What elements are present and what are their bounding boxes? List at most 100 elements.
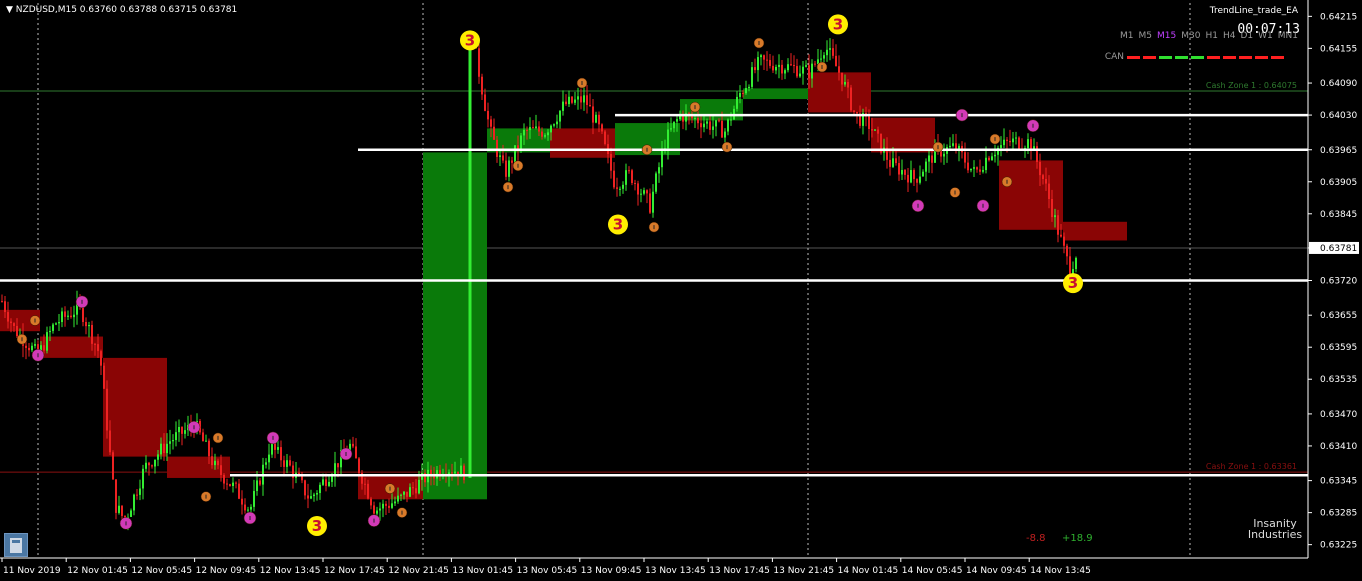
time-tick-label: 14 Nov 01:45 — [838, 566, 899, 576]
candle-body — [1075, 257, 1077, 270]
price-tick-label: 0.63225 — [1320, 541, 1357, 551]
candle-body — [46, 332, 48, 351]
candle-body — [409, 487, 411, 497]
price-tick-label: 0.63845 — [1320, 210, 1357, 220]
candle-body — [922, 171, 924, 177]
timeframe-m1[interactable]: M1 — [1120, 31, 1134, 41]
candle-body — [904, 170, 906, 175]
cash-zone-label: Cash Zone 1 : 0.64075 — [1206, 81, 1297, 90]
candle-body — [718, 120, 720, 122]
candle-body — [634, 182, 636, 184]
timeframe-w1[interactable]: W1 — [1258, 31, 1273, 41]
timeframe-m15[interactable]: M15 — [1157, 31, 1176, 41]
timeframe-h4[interactable]: H4 — [1223, 31, 1236, 41]
candle-body — [712, 126, 714, 130]
candle-body — [616, 187, 618, 189]
calculator-button[interactable] — [4, 533, 28, 557]
price-chart[interactable]: Cash Zone 1 : 0.64075 Cash Zone 1 : 0.633… — [0, 0, 1362, 581]
can-strength-row: CAN — [1105, 52, 1284, 62]
candle-body — [901, 170, 903, 175]
can-segment — [1175, 55, 1188, 59]
candle-body — [835, 55, 837, 67]
can-label: CAN — [1104, 52, 1124, 62]
candle-body — [490, 119, 492, 127]
calculator-icon — [10, 538, 22, 553]
candle-body — [709, 121, 711, 130]
price-tick-label: 0.63720 — [1320, 277, 1357, 287]
candle-body — [382, 503, 384, 509]
timeframe-m30[interactable]: M30 — [1181, 31, 1200, 41]
candle-body — [535, 126, 537, 129]
candle-body — [1054, 215, 1056, 218]
dropdown-arrow-icon[interactable]: ▼ — [6, 5, 13, 15]
candle-body — [976, 167, 978, 170]
candle-body — [562, 101, 564, 111]
timeframe-mn1[interactable]: MN1 — [1278, 31, 1298, 41]
price-tick-label: 0.64030 — [1320, 111, 1357, 121]
candle-body — [109, 430, 111, 453]
pl-negative: -8.8 — [1026, 533, 1046, 544]
count-marker-label: 3 — [613, 215, 623, 233]
candle-body — [358, 458, 360, 474]
candle-body — [808, 65, 810, 79]
candle-body — [376, 510, 378, 514]
candle-body — [88, 324, 90, 327]
candle-body — [631, 170, 633, 183]
candle-body — [142, 468, 144, 489]
timeframe-m5[interactable]: M5 — [1139, 31, 1153, 41]
candle-body — [451, 472, 453, 474]
timeframe-h1[interactable]: H1 — [1205, 31, 1218, 41]
candle-body — [730, 119, 732, 121]
candle-body — [985, 157, 987, 171]
candle-body — [913, 170, 915, 180]
candle-body — [415, 488, 417, 494]
candle-body — [232, 482, 234, 487]
candle-body — [55, 323, 57, 325]
candle-body — [592, 106, 594, 123]
candle-body — [67, 315, 69, 317]
price-tick-label: 0.63470 — [1320, 410, 1357, 420]
candle-body — [1057, 215, 1059, 235]
current-price-label: 0.63781 — [1320, 244, 1357, 254]
symbol-info: ▼ NZDUSD,M15 0.63760 0.63788 0.63715 0.6… — [6, 5, 237, 15]
candle-body — [511, 160, 513, 163]
candle-body — [550, 125, 552, 133]
candle-body — [97, 344, 99, 352]
candle-body — [895, 158, 897, 164]
candle-body — [289, 460, 291, 466]
time-tick-label: 12 Nov 01:45 — [67, 566, 128, 576]
candle-body — [211, 456, 213, 466]
candle-body — [7, 312, 9, 322]
candle-body — [1045, 179, 1047, 184]
candle-body — [502, 155, 504, 161]
candle-body — [16, 326, 18, 337]
candle-body — [586, 95, 588, 105]
candle-body — [766, 59, 768, 61]
candle-body — [601, 124, 603, 132]
candle-body — [379, 508, 381, 511]
time-tick-label: 13 Nov 05:45 — [517, 566, 578, 576]
candle-body — [796, 66, 798, 77]
candle-body — [703, 123, 705, 128]
candle-body — [364, 483, 366, 485]
can-segment — [1271, 55, 1284, 59]
candle-body — [802, 66, 804, 74]
candle-body — [277, 447, 279, 450]
candle-body — [166, 443, 168, 454]
candle-body — [151, 465, 153, 467]
candle-body — [541, 131, 543, 137]
zone-box — [423, 152, 487, 500]
candle-body — [973, 167, 975, 169]
candle-body — [160, 443, 162, 455]
candle-body — [814, 63, 816, 65]
candle-body — [1000, 145, 1002, 148]
timeframe-d1[interactable]: D1 — [1240, 31, 1253, 41]
candle-body — [487, 110, 489, 120]
candle-body — [1015, 137, 1017, 139]
price-tick-label: 0.63905 — [1320, 178, 1357, 188]
time-tick-label: 14 Nov 09:45 — [966, 566, 1027, 576]
price-tick-label: 0.64215 — [1320, 12, 1357, 22]
candle-body — [625, 170, 627, 185]
candle-body — [235, 482, 237, 484]
candle-body — [52, 324, 54, 331]
